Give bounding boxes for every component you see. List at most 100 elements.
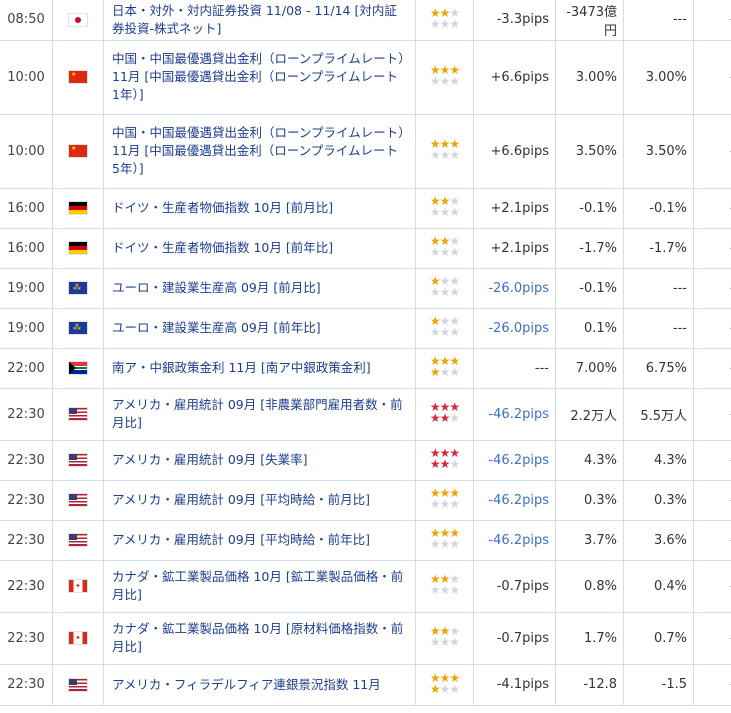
star-icon: ★ [439, 148, 451, 162]
pips-cell: -46.2pips [473, 480, 556, 521]
star-icon: ★ [429, 365, 441, 379]
flag-cell [52, 268, 104, 309]
table-row[interactable]: 22:30 アメリカ・フィラデルフィア連銀景況指数 11月 ★★★ ★★★ -4.1pi… [0, 664, 731, 706]
table-row[interactable]: 22:30 アメリカ・雇用統計 09月 [失業率] ★★★ ★★★ -46.2pips 4… [0, 440, 731, 481]
indicator-name-link[interactable]: ドイツ・生産者物価指数 10月 [前年比] [103, 228, 416, 269]
star-icon: ★ [429, 411, 441, 425]
indicator-name-link[interactable]: 中国・中国最優遇貸出金利（ローンプライムレート）11月 [中国最優遇貸出金利（ロ… [103, 40, 416, 115]
table-row[interactable]: 16:00 ドイツ・生産者物価指数 10月 [前月比] ★★★ ★★★ +2.1pips… [0, 188, 731, 229]
star-icon: ★ [449, 74, 460, 88]
forecast-value: 0.4% [623, 560, 694, 613]
star-icon: ★ [439, 681, 451, 696]
actual-value: --- [693, 0, 731, 41]
indicator-name-link[interactable]: ユーロ・建設業生産高 09月 [前年比] [103, 308, 416, 349]
forecast-value: -0.1% [623, 188, 694, 229]
previous-value: -0.1% [555, 268, 624, 309]
table-row[interactable]: 10:00 中国・中国最優遇貸出金利（ローンプライムレート）11月 [中国最優遇貸… [0, 114, 731, 189]
time-cell: 22:30 [0, 520, 53, 561]
flag-cell [52, 612, 104, 665]
forecast-value: --- [623, 308, 694, 349]
star-icon: ★ [439, 497, 451, 511]
table-row[interactable]: 22:30 アメリカ・雇用統計 09月 [平均時給・前月比] ★★★ ★★★ -46.2… [0, 480, 731, 521]
table-row[interactable]: 19:00 ユーロ・建設業生産高 09月 [前月比] ★★★★★★ -26.0pips… [0, 268, 731, 309]
star-rating: ★★★ ★★★ [430, 275, 460, 299]
star-rating: ★★★ ★★★ [430, 573, 460, 597]
star-icon: ★ [439, 285, 451, 299]
importance-rating: ★★★ ★★★ [415, 308, 474, 349]
table-row[interactable]: 22:30カナダ・鉱工業製品価格 10月 [鉱工業製品価格・前月比]★★★★★★… [0, 560, 731, 613]
indicator-name-link[interactable]: カナダ・鉱工業製品価格 10月 [鉱工業製品価格・前月比] [103, 560, 416, 613]
star-icon: ★ [429, 681, 441, 696]
previous-value: 0.8% [555, 560, 624, 613]
indicator-name-link[interactable]: アメリカ・フィラデルフィア連銀景況指数 11月 [103, 664, 416, 706]
previous-value: 1.7% [555, 612, 624, 665]
star-icon: ★ [429, 205, 441, 219]
star-icon: ★ [439, 365, 451, 379]
pips-cell: -0.7pips [473, 560, 556, 613]
time-cell: 10:00 [0, 40, 53, 115]
forecast-value: 0.3% [623, 480, 694, 521]
previous-value: 3.7% [555, 520, 624, 561]
table-row[interactable]: 22:30 アメリカ・雇用統計 09月 [非農業部門雇用者数・前月比] ★★★ ★★★… [0, 388, 731, 441]
indicator-name-link[interactable]: 中国・中国最優遇貸出金利（ローンプライムレート）11月 [中国最優遇貸出金利（ロ… [103, 114, 416, 189]
china-flag-icon [69, 145, 87, 157]
star-icon: ★ [449, 148, 460, 162]
canada-flag-icon [69, 632, 87, 644]
table-row[interactable]: 16:00 ドイツ・生産者物価指数 10月 [前年比] ★★★ ★★★ +2.1pips… [0, 228, 731, 269]
usa-flag-icon [69, 678, 87, 691]
eu-flag-icon [69, 322, 87, 334]
pips-cell: +2.1pips [473, 188, 556, 229]
actual-value: --- [693, 228, 731, 269]
star-icon: ★ [429, 16, 441, 31]
importance-rating: ★★★ ★★★ [415, 388, 474, 441]
star-icon: ★ [429, 457, 441, 471]
importance-rating: ★★★ ★★★ [415, 114, 474, 189]
forecast-value: 0.7% [623, 612, 694, 665]
indicator-name-link[interactable]: アメリカ・雇用統計 09月 [平均時給・前年比] [103, 520, 416, 561]
importance-rating: ★★★ ★★★ [415, 348, 474, 389]
importance-rating: ★★★ ★★★ [415, 188, 474, 229]
star-icon: ★ [449, 245, 460, 259]
star-rating: ★★★ ★★★ [429, 401, 460, 425]
importance-rating: ★★★ ★★★ [415, 40, 474, 115]
usa-flag-icon [69, 494, 87, 506]
table-row[interactable]: 22:30 アメリカ・雇用統計 09月 [平均時給・前年比] ★★★ ★★★ -46.2… [0, 520, 731, 561]
indicator-name-link[interactable]: アメリカ・雇用統計 09月 [失業率] [103, 440, 416, 481]
star-rating: ★★★ ★★★ [429, 527, 460, 551]
table-row[interactable]: 19:00 ユーロ・建設業生産高 09月 [前年比] ★★★★★★ -26.0pips… [0, 308, 731, 349]
forecast-value: 3.50% [623, 114, 694, 189]
table-row[interactable]: 22:00 南ア・中銀政策金利 11月 [南ア中銀政策金利] ★★★ ★★★ --- 7.… [0, 348, 731, 389]
star-icon: ★ [429, 537, 441, 551]
forecast-value: 6.75% [623, 348, 694, 389]
star-rating: ★★★ ★★★ [429, 447, 460, 471]
table-row[interactable]: 08:50 日本・対外・対内証券投資 11/08 - 11/14 [対内証券投資-… [0, 0, 731, 41]
table-row[interactable]: 10:00 中国・中国最優遇貸出金利（ローンプライムレート）11月 [中国最優遇貸… [0, 40, 731, 115]
actual-value: --- [693, 40, 731, 115]
flag-cell [52, 480, 104, 521]
star-icon: ★ [429, 497, 441, 511]
pips-cell: +6.6pips [473, 40, 556, 115]
previous-value: -3473億円 [555, 0, 624, 41]
flag-cell [52, 40, 104, 115]
importance-rating: ★★★ ★★★ [415, 440, 474, 481]
indicator-name-link[interactable]: 日本・対外・対内証券投資 11/08 - 11/14 [対内証券投資-株式ネット… [103, 0, 416, 41]
indicator-name-link[interactable]: アメリカ・雇用統計 09月 [非農業部門雇用者数・前月比] [103, 388, 416, 441]
indicator-name-link[interactable]: 南ア・中銀政策金利 11月 [南ア中銀政策金利] [103, 348, 416, 389]
indicator-name-link[interactable]: ドイツ・生産者物価指数 10月 [前月比] [103, 188, 416, 229]
star-icon: ★ [429, 74, 441, 88]
star-rating: ★★★ ★★★ [429, 64, 460, 88]
flag-cell [52, 228, 104, 269]
time-cell: 10:00 [0, 114, 53, 189]
usa-flag-icon [69, 534, 87, 546]
time-cell: 19:00 [0, 268, 53, 309]
star-rating: ★★★ ★★★ [429, 195, 460, 219]
star-icon: ★ [449, 583, 460, 597]
indicator-name-link[interactable]: アメリカ・雇用統計 09月 [平均時給・前月比] [103, 480, 416, 521]
table-row[interactable]: 22:30カナダ・鉱工業製品価格 10月 [原材料価格指数・前月比]★★★★★★… [0, 612, 731, 665]
indicator-name-link[interactable]: ユーロ・建設業生産高 09月 [前月比] [103, 268, 416, 309]
indicator-name-link[interactable]: カナダ・鉱工業製品価格 10月 [原材料価格指数・前月比] [103, 612, 416, 665]
pips-cell: --- [473, 348, 556, 389]
flag-cell [52, 114, 104, 189]
economic-calendar-table: 08:50 日本・対外・対内証券投資 11/08 - 11/14 [対内証券投資-… [0, 0, 731, 706]
star-icon: ★ [449, 325, 460, 339]
